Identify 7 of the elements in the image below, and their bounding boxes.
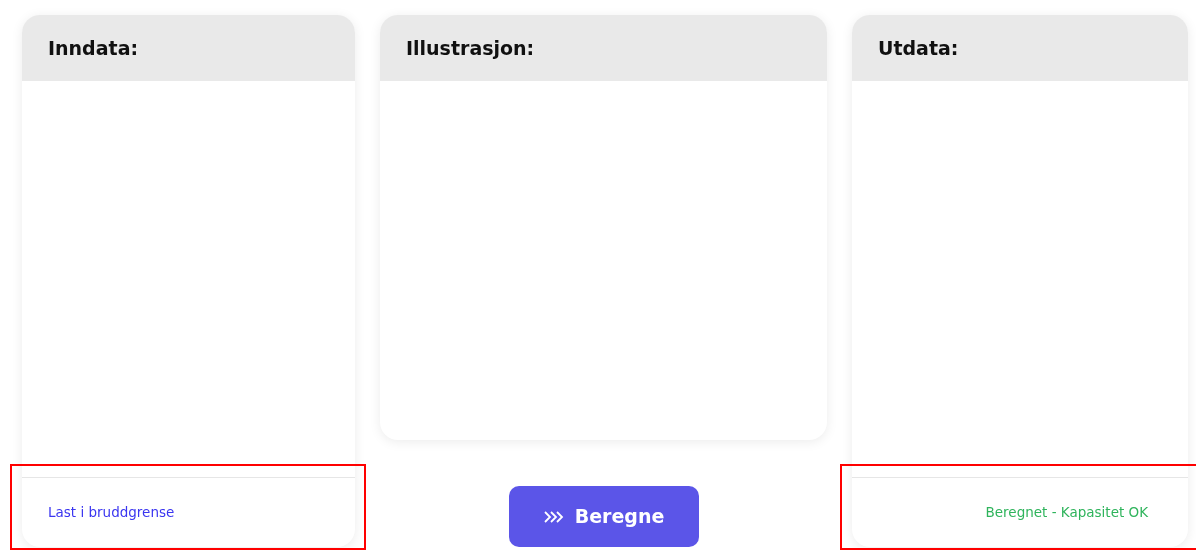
status-text: Beregnet - Kapasitet OK [985,503,1148,523]
panel-title: Illustrasjon: [406,35,535,61]
chevrons-icon [542,509,565,524]
panel-title: Utdata: [878,35,959,61]
calculate-button[interactable]: Beregne [508,486,699,547]
status-text: Last i bruddgrense [48,503,175,523]
panel-title: Inndata: [48,35,139,61]
